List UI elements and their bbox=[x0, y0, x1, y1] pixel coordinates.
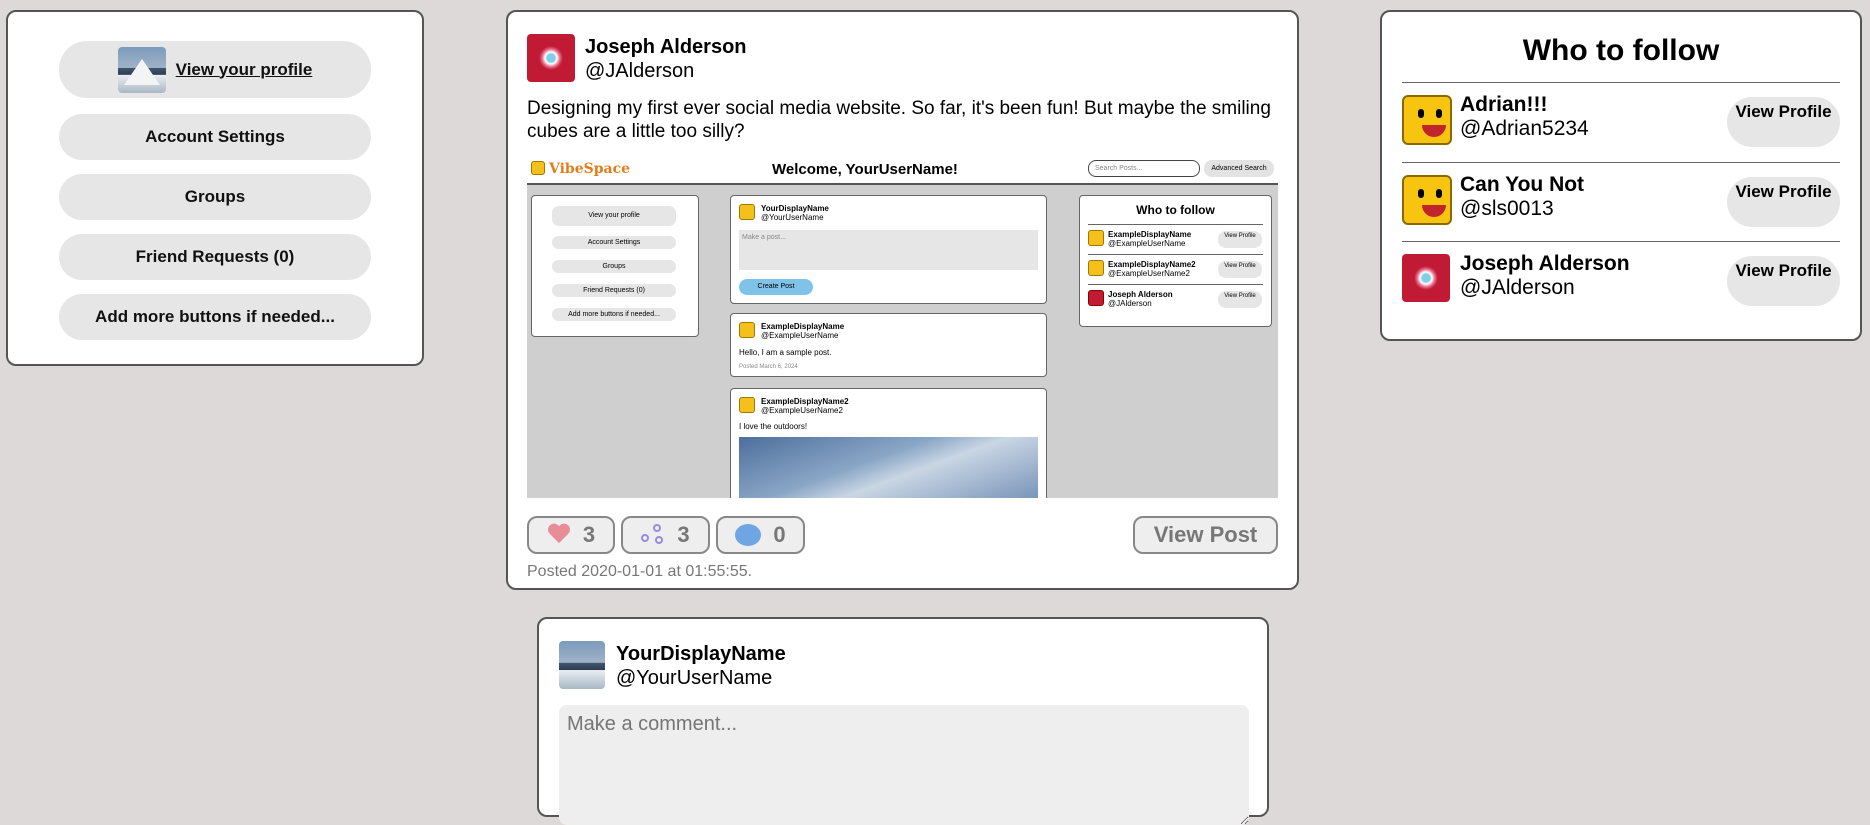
screenshot-post-handle: @ExampleUserName bbox=[761, 331, 839, 340]
comment-input[interactable] bbox=[559, 705, 1249, 825]
comment-button[interactable]: 0 bbox=[716, 516, 805, 554]
account-settings-button[interactable]: Account Settings bbox=[59, 114, 371, 160]
screenshot-logo: VibeSpace bbox=[549, 161, 631, 177]
screenshot-view-profile: View Profile bbox=[1218, 261, 1262, 278]
screenshot-follow-handle: @JAlderson bbox=[1108, 299, 1152, 308]
follow-row: Can You Not @sls0013 View Profile bbox=[1402, 162, 1840, 242]
screenshot-sky-photo bbox=[739, 437, 1038, 498]
smiling-cube-avatar-icon[interactable] bbox=[1402, 175, 1452, 225]
screenshot-advanced-search: Advanced Search bbox=[1204, 160, 1274, 177]
screenshot-composer-name: YourDisplayName bbox=[761, 204, 829, 213]
screenshot-welcome: Welcome, YourUserName! bbox=[772, 161, 958, 178]
screenshot-follow-title: Who to follow bbox=[1136, 203, 1215, 217]
who-to-follow-panel: Who to follow Adrian!!! @Adrian5234 View… bbox=[1380, 10, 1862, 341]
screenshot-sidebar-button: Add more buttons if needed... bbox=[552, 308, 676, 321]
author-handle[interactable]: @JAlderson bbox=[585, 60, 694, 83]
screenshot-sidebar-button: Groups bbox=[552, 260, 676, 273]
screenshot-sidebar-button: Friend Requests (0) bbox=[552, 284, 676, 297]
sidebar-panel: View your profile Account Settings Group… bbox=[6, 10, 424, 366]
comment-avatar bbox=[559, 641, 605, 689]
post-timestamp: Posted 2020-01-01 at 01:55:55. bbox=[527, 563, 753, 580]
comment-display-name: YourDisplayName bbox=[616, 643, 786, 665]
smiling-cube-icon bbox=[739, 204, 755, 220]
follow-name[interactable]: Can You Not bbox=[1460, 173, 1584, 197]
screenshot-post: ExampleDisplayName @ExampleUserName Hell… bbox=[730, 313, 1047, 377]
post-image: VibeSpace Welcome, YourUserName! Search … bbox=[527, 155, 1278, 498]
view-profile-label: View your profile bbox=[175, 59, 313, 79]
share-button[interactable]: 3 bbox=[621, 516, 710, 554]
share-count: 3 bbox=[677, 522, 690, 547]
smiling-cube-icon bbox=[739, 322, 755, 338]
screenshot-composer: YourDisplayName @YourUserName Make a pos… bbox=[730, 195, 1047, 304]
screenshot-follow: Who to follow ExampleDisplayName @Exampl… bbox=[1079, 195, 1272, 327]
screenshot-view-profile: View Profile bbox=[1218, 291, 1262, 308]
follow-row: Adrian!!! @Adrian5234 View Profile bbox=[1402, 82, 1840, 162]
like-count: 3 bbox=[582, 522, 596, 547]
groups-button[interactable]: Groups bbox=[59, 174, 371, 220]
follow-name[interactable]: Adrian!!! bbox=[1460, 93, 1548, 117]
screenshot-header: VibeSpace Welcome, YourUserName! Search … bbox=[527, 155, 1278, 185]
who-to-follow-title: Who to follow bbox=[1522, 34, 1720, 67]
smiling-cube-avatar-icon[interactable] bbox=[1402, 95, 1452, 145]
follow-handle[interactable]: @sls0013 bbox=[1460, 197, 1554, 221]
screenshot-post-name: ExampleDisplayName2 bbox=[761, 397, 849, 406]
view-profile-button[interactable]: View Profile bbox=[1727, 256, 1840, 306]
view-post-button[interactable]: View Post bbox=[1133, 516, 1278, 554]
view-profile-button[interactable]: View your profile bbox=[59, 41, 371, 98]
screenshot-sidebar-button: View your profile bbox=[552, 206, 676, 226]
screenshot-follow-handle: @ExampleUserName bbox=[1108, 239, 1186, 248]
friend-requests-button[interactable]: Friend Requests (0) bbox=[59, 234, 371, 280]
follow-handle[interactable]: @JAlderson bbox=[1460, 276, 1575, 300]
screenshot-post-name: ExampleDisplayName bbox=[761, 322, 845, 331]
screenshot-search: Search Posts... bbox=[1088, 160, 1200, 177]
screenshot-post-date: Posted March 6, 2024 bbox=[739, 364, 798, 370]
post-card: Joseph Alderson @JAlderson Designing my … bbox=[506, 10, 1299, 590]
screenshot-follow-name: ExampleDisplayName bbox=[1108, 230, 1192, 239]
smiling-cube-icon bbox=[1088, 260, 1104, 276]
snowflake-avatar-icon bbox=[1088, 290, 1104, 306]
view-profile-button[interactable]: View Profile bbox=[1727, 177, 1840, 227]
comment-handle: @YourUserName bbox=[616, 667, 773, 689]
follow-handle[interactable]: @Adrian5234 bbox=[1460, 117, 1589, 141]
screenshot-sidebar-button: Account Settings bbox=[552, 236, 676, 249]
post-text: Designing my first ever social media web… bbox=[527, 98, 1271, 142]
like-button[interactable]: 3 bbox=[527, 516, 615, 554]
screenshot-view-profile: View Profile bbox=[1218, 231, 1262, 248]
screenshot-create-post: Create Post bbox=[739, 279, 813, 295]
comment-count: 0 bbox=[773, 522, 786, 547]
screenshot-sidebar: View your profile Account Settings Group… bbox=[531, 195, 699, 337]
snowflake-avatar-icon[interactable] bbox=[1402, 254, 1450, 302]
screenshot-follow-handle: @ExampleUserName2 bbox=[1108, 269, 1190, 278]
author-avatar[interactable] bbox=[527, 34, 575, 82]
heart-icon bbox=[547, 524, 571, 546]
screenshot-follow-name: Joseph Alderson bbox=[1108, 290, 1173, 299]
screenshot-post-field: Make a post... bbox=[739, 230, 1038, 270]
screenshot-follow-name: ExampleDisplayName2 bbox=[1108, 260, 1196, 269]
comment-card: YourDisplayName @YourUserName bbox=[537, 617, 1269, 825]
comment-bubble-icon bbox=[735, 524, 762, 546]
screenshot-post-text: I love the outdoors! bbox=[739, 422, 808, 431]
smiling-cube-icon bbox=[739, 397, 755, 413]
screenshot-composer-handle: @YourUserName bbox=[761, 213, 824, 222]
screenshot-post: ExampleDisplayName2 @ExampleUserName2 I … bbox=[730, 388, 1047, 498]
logo-icon bbox=[531, 161, 545, 175]
follow-name[interactable]: Joseph Alderson bbox=[1460, 252, 1630, 276]
smiling-cube-icon bbox=[1088, 230, 1104, 246]
author-name[interactable]: Joseph Alderson bbox=[585, 36, 747, 59]
share-icon bbox=[641, 524, 665, 546]
screenshot-post-text: Hello, I am a sample post. bbox=[739, 348, 832, 357]
view-profile-button[interactable]: View Profile bbox=[1727, 97, 1840, 147]
follow-row: Joseph Alderson @JAlderson View Profile bbox=[1402, 241, 1840, 321]
add-more-buttons-button[interactable]: Add more buttons if needed... bbox=[59, 294, 371, 340]
screenshot-post-handle: @ExampleUserName2 bbox=[761, 406, 843, 415]
profile-avatar bbox=[117, 46, 166, 93]
